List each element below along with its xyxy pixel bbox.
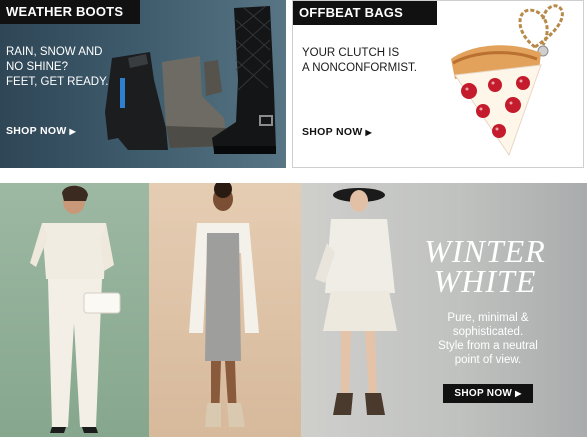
weather-boots-copy: RAIN, SNOW AND NO SHINE? FEET, GET READY… <box>6 45 108 90</box>
copy-line: A NONCONFORMIST. <box>302 62 418 74</box>
weather-boots-tag: WEATHER BOOTS <box>0 0 140 24</box>
shop-now-label: SHOP NOW <box>6 125 67 137</box>
model-panel-green <box>0 183 149 437</box>
offbeat-bags-shop-now-link[interactable]: SHOP NOW ▶ <box>302 126 372 138</box>
copy-line: FEET, GET READY. <box>6 76 109 88</box>
weather-boots-shop-now-link[interactable]: SHOP NOW ▶ <box>6 125 76 137</box>
winter-white-shop-now-button[interactable]: SHOP NOW ▶ <box>443 384 533 403</box>
copy-line: RAIN, SNOW AND <box>6 46 103 58</box>
model-white-pantsuit <box>30 185 121 433</box>
model-panel-tan <box>149 183 301 437</box>
model-grey-dress <box>189 183 259 427</box>
copy-line: YOUR CLUTCH IS <box>302 47 400 59</box>
caret-right-icon: ▶ <box>515 389 522 398</box>
offbeat-bags-copy: YOUR CLUTCH IS A NONCONFORMIST. <box>302 46 417 76</box>
offbeat-bags-promo[interactable]: OFFBEAT BAGS YOUR CLUTCH IS A NONCONFORM… <box>292 0 584 168</box>
copy-line: NO SHINE? <box>6 61 68 73</box>
winter-white-tagline: Pure, minimal & sophisticated. Style fro… <box>424 311 552 367</box>
headline-line: WINTER <box>424 233 546 269</box>
tagline-line: Style from a neutral <box>438 340 538 352</box>
tagline-line: point of view. <box>454 354 522 366</box>
offbeat-bags-tag: OFFBEAT BAGS <box>293 1 437 25</box>
pizza-clutch-image <box>451 4 564 157</box>
shop-now-label: SHOP NOW <box>302 126 363 138</box>
winter-white-headline: WINTER WHITE <box>410 233 560 299</box>
tagline-line: Pure, minimal & <box>447 312 529 324</box>
shop-now-label: SHOP NOW <box>454 388 513 399</box>
headline-line: WHITE <box>433 263 537 299</box>
weather-boots-promo[interactable]: WEATHER BOOTS RAIN, SNOW AND NO SHINE? F… <box>0 0 286 168</box>
tagline-line: sophisticated. <box>452 326 524 338</box>
caret-right-icon: ▶ <box>365 128 372 137</box>
caret-right-icon: ▶ <box>69 127 76 136</box>
